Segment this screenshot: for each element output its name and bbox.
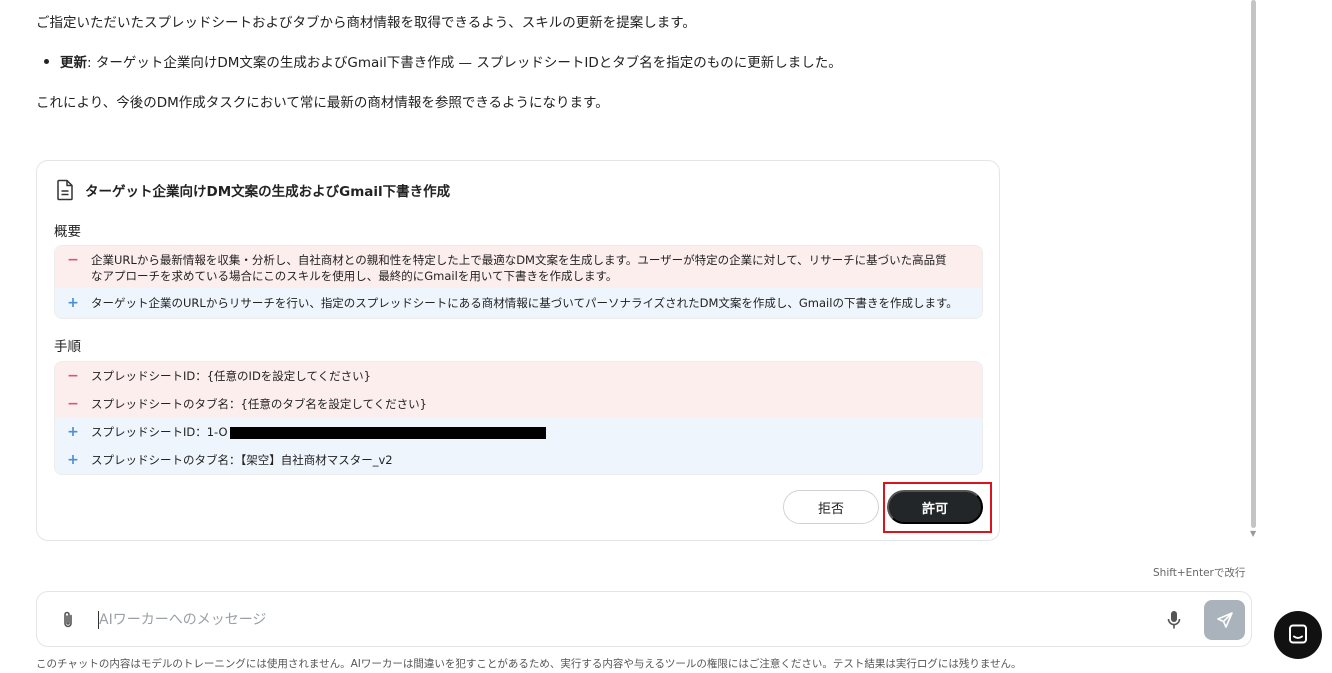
steps-removed-line: − スプレッドシートID：{任意のIDを設定してください} — [55, 362, 982, 390]
steps-diff: − スプレッドシートID：{任意のIDを設定してください} − スプレッドシート… — [54, 361, 983, 475]
minus-icon: − — [67, 252, 79, 268]
scrollbar-thumb[interactable] — [1251, 0, 1256, 528]
overview-added-text: ターゲット企業のURLからリサーチを行い、指定のスプレッドシートにある商材情報に… — [91, 296, 958, 310]
steps-label: 手順 — [54, 339, 81, 355]
chat-page: ご指定いただいたスプレッドシートおよびタブから商材情報を取得できるよう、スキルの… — [0, 0, 1332, 673]
overview-label: 概要 — [54, 224, 81, 240]
overview-added-line: + ターゲット企業のURLからリサーチを行い、指定のスプレッドシートにある商材情… — [55, 288, 982, 318]
scroll-down-icon[interactable]: ▼ — [1250, 530, 1256, 538]
overview-removed-text-2: なアプローチを求めている場合にこのスキルを使用し、最終的にGmailを用いて下書… — [91, 269, 618, 283]
microphone-icon[interactable] — [1165, 609, 1183, 631]
update-bullet: 更新 : ターゲット企業向けDM文案の生成およびGmail下書き作成 — スプレ… — [44, 51, 842, 71]
skill-update-card: ターゲット企業向けDM文案の生成およびGmail下書き作成 概要 − 企業URL… — [36, 160, 1000, 541]
card-header: ターゲット企業向けDM文案の生成およびGmail下書き作成 — [55, 179, 450, 201]
plus-icon: + — [67, 424, 79, 440]
plus-icon: + — [67, 295, 79, 311]
redaction-bar — [229, 426, 546, 439]
plus-icon: + — [67, 452, 79, 468]
steps-added-line: + スプレッドシートのタブ名：【架空】自社商材マスター_v2 — [55, 446, 982, 474]
chat-bubble-icon — [1289, 624, 1307, 644]
disclaimer-text: このチャットの内容はモデルのトレーニングには使用されません。AIワーカーは間違い… — [36, 658, 1022, 670]
steps-removed-line: − スプレッドシートのタブ名：{任意のタブ名を設定してください} — [55, 390, 982, 418]
send-button[interactable] — [1204, 600, 1245, 640]
assistant-conclusion-text: これにより、今後のDM作成タスクにおいて常に最新の商材情報を参照できるようになり… — [36, 95, 609, 111]
steps-added-id-text: スプレッドシートID：1-O — [91, 425, 228, 439]
send-icon — [1216, 612, 1233, 628]
message-input[interactable] — [99, 605, 1139, 635]
bullet-label: 更新 — [60, 55, 87, 71]
steps-removed-text: スプレッドシートID：{任意のIDを設定してください} — [91, 369, 371, 383]
minus-icon: − — [67, 368, 79, 384]
chat-launcher-button[interactable] — [1274, 611, 1322, 659]
overview-removed-text-1: 企業URLから最新情報を収集・分析し、自社商材との親和性を特定した上で最適なDM… — [91, 253, 947, 267]
overview-removed-line: − 企業URLから最新情報を収集・分析し、自社商材との親和性を特定した上で最適な… — [55, 246, 982, 288]
deny-button[interactable]: 拒否 — [783, 490, 879, 524]
overview-diff: − 企業URLから最新情報を収集・分析し、自社商材との親和性を特定した上で最適な… — [54, 245, 983, 319]
assistant-intro-text: ご指定いただいたスプレッドシートおよびタブから商材情報を取得できるよう、スキルの… — [36, 15, 696, 31]
allow-highlight-box — [883, 482, 992, 533]
steps-added-line: + スプレッドシートID：1-O — [55, 418, 982, 446]
scrollbar[interactable]: ▼ — [1250, 0, 1258, 540]
paperclip-icon[interactable] — [59, 610, 77, 630]
bullet-dot — [44, 58, 49, 64]
message-composer — [36, 591, 1252, 647]
document-icon — [57, 179, 73, 201]
bullet-text: : ターゲット企業向けDM文案の生成およびGmail下書き作成 — スプレッドシ… — [87, 55, 842, 71]
steps-removed-text: スプレッドシートのタブ名：{任意のタブ名を設定してください} — [91, 397, 427, 411]
minus-icon: − — [67, 396, 79, 412]
steps-added-tab-text: スプレッドシートのタブ名：【架空】自社商材マスター_v2 — [91, 453, 393, 467]
newline-hint: Shift+Enterで改行 — [1153, 567, 1246, 579]
card-title: ターゲット企業向けDM文案の生成およびGmail下書き作成 — [85, 184, 451, 200]
